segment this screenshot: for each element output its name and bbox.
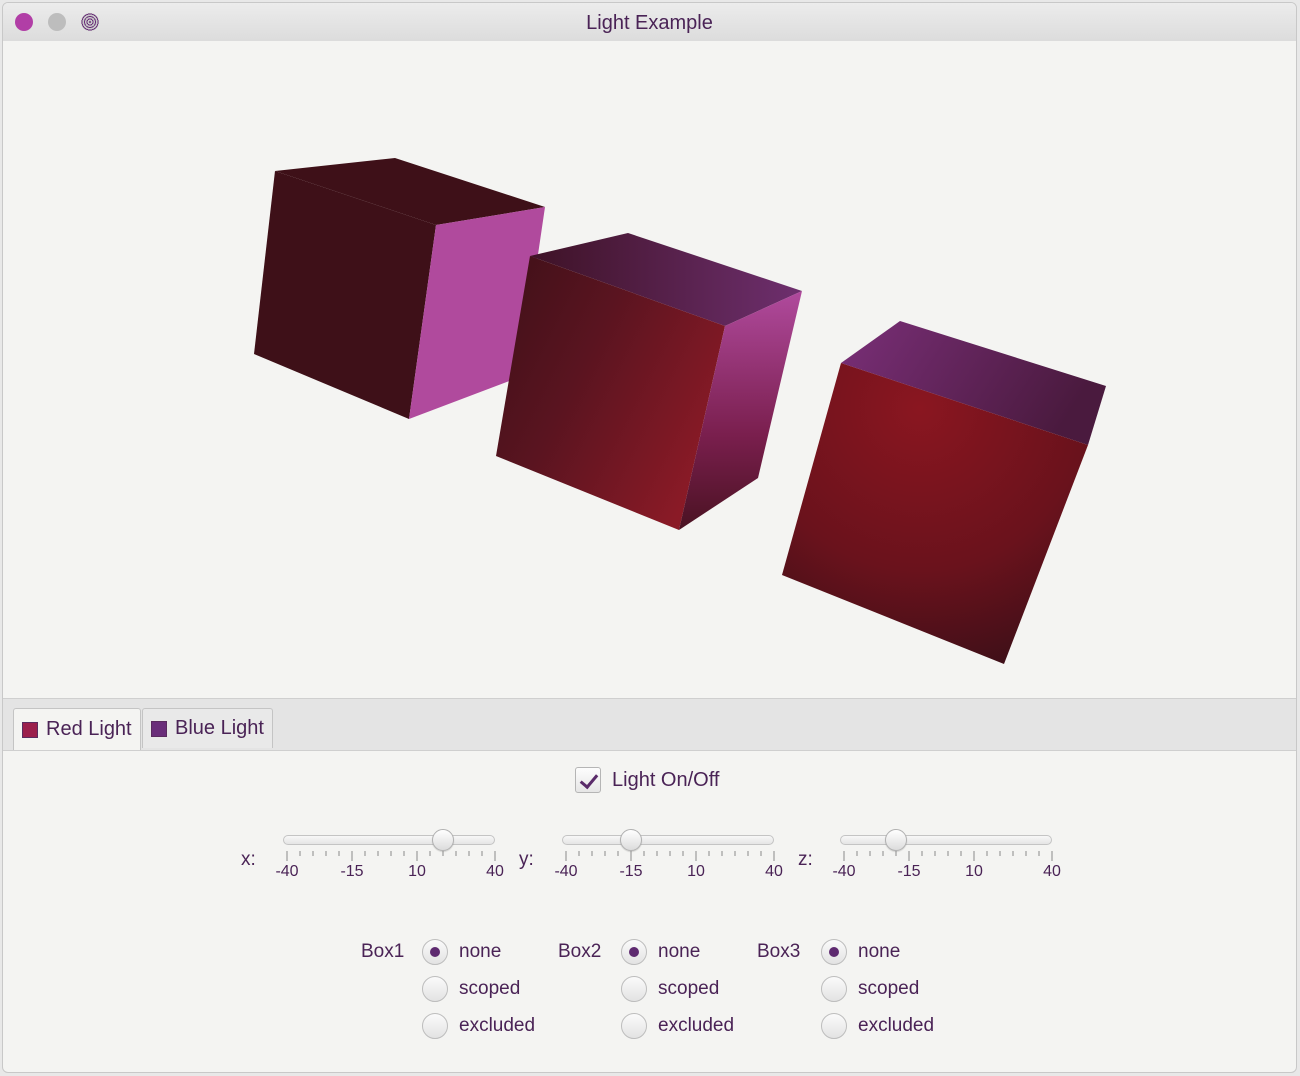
slider-ticks: [843, 851, 1053, 861]
slider-thumb[interactable]: [620, 829, 642, 851]
radio-button[interactable]: [621, 1013, 647, 1039]
radio-label: scoped: [658, 978, 720, 999]
tab-red-light-label: Red Light: [46, 718, 132, 740]
box2-cube[interactable]: [496, 233, 802, 530]
light-on-off-checkbox[interactable]: [575, 767, 601, 793]
tab-blue-light-label: Blue Light: [175, 717, 264, 739]
box2-label: Box2: [558, 941, 602, 962]
title-bar: Light Example: [3, 3, 1296, 42]
z-slider-label: z:: [798, 849, 813, 870]
box1-label: Box1: [361, 941, 405, 962]
slider-ticks: [286, 851, 496, 861]
box3-radio-none[interactable]: none: [821, 939, 900, 965]
radio-button[interactable]: [621, 976, 647, 1002]
radio-label: scoped: [459, 978, 521, 999]
radio-button[interactable]: [821, 939, 847, 965]
tick-label: -15: [340, 863, 364, 880]
box3-radio-scoped[interactable]: scoped: [821, 976, 919, 1002]
box2-radio-none[interactable]: none: [621, 939, 700, 965]
box3-label: Box3: [757, 941, 801, 962]
radio-label: excluded: [459, 1015, 536, 1036]
radio-label: scoped: [858, 978, 920, 999]
slider-ticks: [565, 851, 775, 861]
light-on-off-label: Light On/Off: [612, 768, 720, 791]
3d-scene-viewport[interactable]: [3, 41, 1296, 698]
tick-label: 40: [486, 863, 504, 880]
radio-button[interactable]: [422, 939, 448, 965]
box1-radio-scoped[interactable]: scoped: [422, 976, 520, 1002]
z-position-slider[interactable]: -40 -15 10 40: [832, 829, 1064, 889]
box2-radio-scoped[interactable]: scoped: [621, 976, 719, 1002]
tick-label: -40: [275, 863, 299, 880]
radio-label: excluded: [658, 1015, 735, 1036]
radio-label: excluded: [858, 1015, 935, 1036]
app-window: Light Example Red Light Blue Light Light…: [2, 2, 1297, 1073]
box3-cube[interactable]: [782, 321, 1106, 664]
light-toggle-row: Light On/Off: [575, 767, 719, 793]
radio-button[interactable]: [422, 1013, 448, 1039]
box3-radio-excluded[interactable]: excluded: [821, 1013, 934, 1039]
tick-label: 40: [765, 863, 783, 880]
checkmark-icon: [579, 769, 599, 790]
tab-blue-light[interactable]: Blue Light: [142, 708, 273, 748]
tick-label: 10: [408, 863, 426, 880]
radio-button[interactable]: [821, 976, 847, 1002]
tick-label: -40: [832, 863, 856, 880]
radio-button[interactable]: [422, 976, 448, 1002]
slider-track[interactable]: [283, 835, 495, 845]
slider-thumb[interactable]: [885, 829, 907, 851]
radio-label: none: [658, 941, 701, 962]
tab-red-light[interactable]: Red Light: [13, 708, 141, 750]
box1-radio-excluded[interactable]: excluded: [422, 1013, 535, 1039]
box2-radio-excluded[interactable]: excluded: [621, 1013, 734, 1039]
x-position-slider[interactable]: -40 -15 10 40: [275, 829, 507, 889]
y-slider-label: y:: [519, 849, 534, 870]
light-tab-bar: Red Light Blue Light: [3, 698, 1296, 751]
tick-label: -40: [554, 863, 578, 880]
tick-label: -15: [897, 863, 921, 880]
radio-button[interactable]: [821, 1013, 847, 1039]
slider-track[interactable]: [562, 835, 774, 845]
x-slider-label: x:: [241, 849, 256, 870]
tick-label: 10: [965, 863, 983, 880]
y-position-slider[interactable]: -40 -15 10 40: [554, 829, 786, 889]
box1-radio-none[interactable]: none: [422, 939, 501, 965]
tick-label: -15: [619, 863, 643, 880]
slider-thumb[interactable]: [432, 829, 454, 851]
tick-label: 10: [687, 863, 705, 880]
radio-label: none: [858, 941, 901, 962]
3d-scene-canvas: [254, 158, 1106, 664]
blue-light-color-swatch: [151, 720, 167, 737]
red-light-color-swatch: [22, 721, 38, 738]
radio-label: none: [459, 941, 502, 962]
window-title: Light Example: [586, 12, 713, 34]
slider-track[interactable]: [840, 835, 1052, 845]
radio-button[interactable]: [621, 939, 647, 965]
tick-label: 40: [1043, 863, 1061, 880]
box1-cube[interactable]: [254, 158, 545, 419]
